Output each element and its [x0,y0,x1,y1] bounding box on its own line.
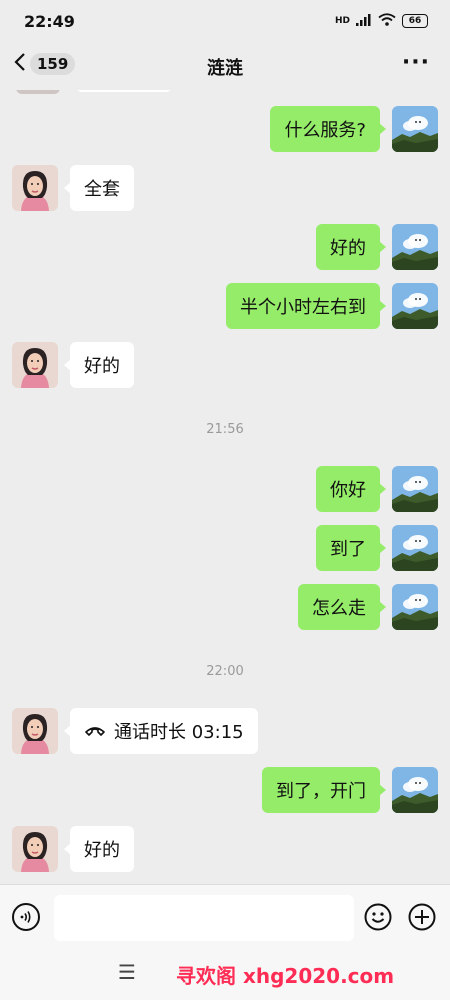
status-icons: HD 66 [335,13,428,29]
message-bubble[interactable]: 全套 [64,165,134,211]
message-outgoing: 到了，开门 [262,767,438,813]
timestamp: 21:56 [206,422,244,437]
message-bubble[interactable]: 到了 [316,525,386,571]
message-outgoing: 半个小时左右到 [226,283,438,329]
partial-message-bubble [76,90,172,92]
navigation-bar: ☰ 寻欢阁 xhg2020.com [0,948,450,1000]
avatar-self[interactable] [392,466,438,512]
chat-header: 159 涟涟 ··· [0,42,450,90]
plus-icon[interactable] [408,903,436,931]
more-icon[interactable]: ··· [402,50,430,75]
message-input[interactable] [54,895,354,941]
avatar-self[interactable] [392,584,438,630]
wifi-icon [378,13,396,29]
message-incoming: 全套 [12,165,134,211]
message-outgoing: 你好 [316,466,438,512]
call-duration-text: 通话时长 03:15 [114,722,244,743]
emoji-icon[interactable] [364,903,392,931]
message-outgoing: 什么服务? [270,106,438,152]
message-bubble[interactable]: 好的 [316,224,386,270]
watermark: 寻欢阁 xhg2020.com [176,964,395,988]
message-outgoing: 怎么走 [298,584,438,630]
message-list[interactable]: 什么服务? 全套 好的 半个小时左右到 好的 21:56 你好 到了 怎么走 2… [0,90,450,884]
message-bubble[interactable]: 你好 [316,466,386,512]
avatar-self[interactable] [392,224,438,270]
network-label: HD [334,16,350,26]
signal-icon [356,13,372,29]
avatar-contact[interactable] [12,165,58,211]
status-time: 22:49 [24,12,75,31]
message-bubble[interactable]: 好的 [64,342,134,388]
message-bubble[interactable]: 到了，开门 [262,767,386,813]
message-outgoing: 好的 [316,224,438,270]
message-bubble[interactable]: 什么服务? [270,106,386,152]
avatar-self[interactable] [392,525,438,571]
chat-title: 涟涟 [207,58,243,79]
input-bar [0,884,450,949]
message-incoming: 好的 [12,342,134,388]
avatar-contact[interactable] [12,708,58,754]
message-incoming-call: 通话时长 03:15 [12,708,258,754]
status-bar: 22:49 HD 66 [0,0,450,42]
message-outgoing: 到了 [316,525,438,571]
message-incoming: 好的 [12,826,134,872]
partial-message [16,90,60,94]
message-bubble[interactable]: 半个小时左右到 [226,283,386,329]
message-bubble[interactable]: 怎么走 [298,584,386,630]
avatar-self[interactable] [392,283,438,329]
phone-icon [84,721,106,742]
voice-icon[interactable] [12,903,40,931]
menu-icon[interactable]: ☰ [118,960,136,984]
call-record-bubble[interactable]: 通话时长 03:15 [64,708,258,754]
avatar-contact[interactable] [12,342,58,388]
avatar-self[interactable] [392,767,438,813]
avatar-contact[interactable] [12,826,58,872]
battery-icon: 66 [402,14,428,28]
message-bubble[interactable]: 好的 [64,826,134,872]
avatar-self[interactable] [392,106,438,152]
timestamp: 22:00 [206,664,244,679]
